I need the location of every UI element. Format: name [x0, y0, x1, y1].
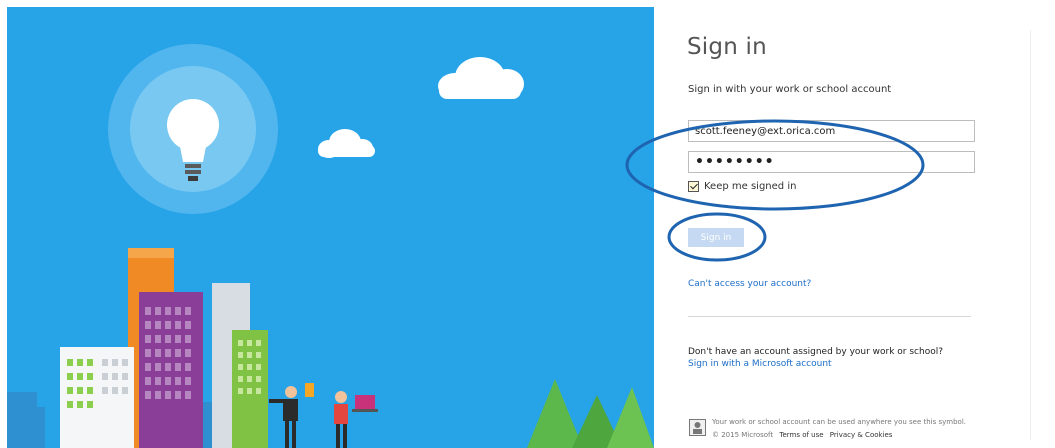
divider: [688, 316, 971, 317]
cloud-large: [438, 57, 524, 99]
laptop-icon: [355, 395, 375, 409]
scrollbar-track: [1030, 30, 1031, 440]
city-lightbulb-illustration: [7, 44, 654, 448]
signin-button[interactable]: Sign in: [688, 228, 744, 247]
no-account-text: Don't have an account assigned by your w…: [688, 347, 944, 357]
person-right: [334, 391, 378, 448]
tree: [527, 379, 583, 448]
cloud-small: [318, 129, 375, 158]
hero-illustration: [7, 7, 654, 448]
keep-signed-in-label[interactable]: Keep me signed in: [704, 181, 796, 192]
work-account-icon: [689, 419, 706, 436]
page-title: Sign in: [687, 34, 767, 60]
footer-notice: Your work or school account can be used …: [712, 418, 966, 426]
keep-signed-in-row[interactable]: Keep me signed in: [688, 181, 796, 192]
footer-links: © 2015 Microsoft Terms of use Privacy & …: [712, 431, 892, 439]
signin-subtitle: Sign in with your work or school account: [688, 84, 892, 95]
password-field[interactable]: ••••••••: [688, 151, 975, 173]
terms-link[interactable]: Terms of use: [779, 431, 823, 439]
microsoft-account-link[interactable]: Sign in with a Microsoft account: [688, 359, 832, 369]
tree: [607, 387, 654, 448]
cant-access-link[interactable]: Can't access your account?: [688, 279, 811, 289]
person-left: [269, 383, 314, 448]
signin-panel: Sign in Sign in with your work or school…: [655, 0, 1055, 448]
email-field[interactable]: [688, 120, 975, 142]
copyright-text: © 2015 Microsoft: [712, 431, 774, 439]
keep-signed-in-checkbox[interactable]: [688, 181, 699, 192]
privacy-link[interactable]: Privacy & Cookies: [830, 431, 893, 439]
